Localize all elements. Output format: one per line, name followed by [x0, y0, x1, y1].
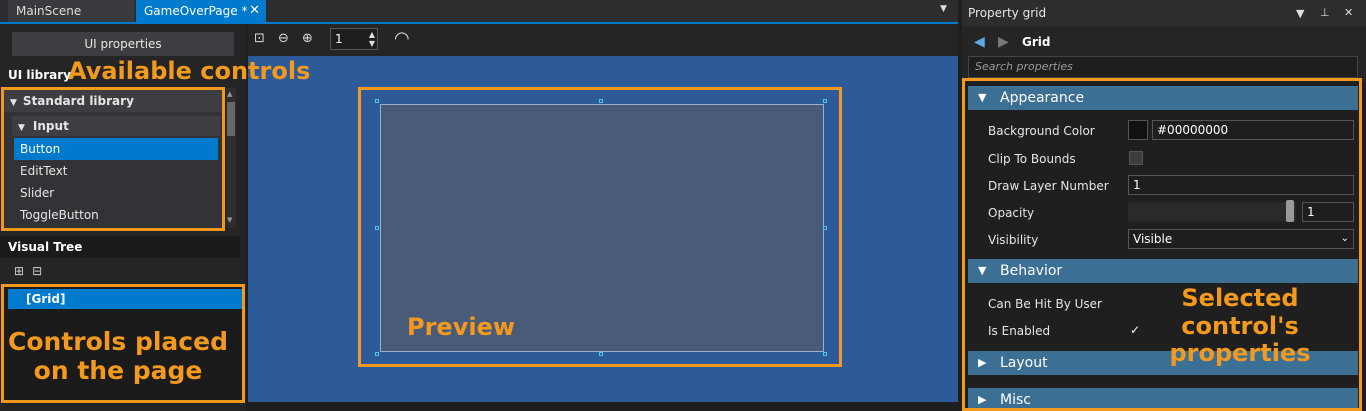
library-scrollbar[interactable]: ▲ ▼	[226, 88, 236, 228]
collapse-tree-icon[interactable]: ⊟	[32, 264, 42, 278]
close-panel-icon[interactable]: ✕	[1344, 6, 1353, 19]
tab-main-scene-label: MainScene	[16, 4, 82, 18]
tab-game-over-page-label: GameOverPage *	[144, 4, 248, 18]
zoom-value: 1	[335, 32, 343, 46]
annotation-selected-properties-line2: properties	[1169, 339, 1311, 368]
close-icon[interactable]: ✕	[249, 0, 260, 22]
annotation-available-controls: Available controls	[68, 57, 311, 85]
zoom-in-icon[interactable]: ⊕	[302, 31, 313, 46]
annotation-box-available-controls	[1, 87, 225, 231]
scroll-up-icon[interactable]: ▲	[227, 90, 232, 98]
horizontal-scrollbar[interactable]	[248, 402, 958, 411]
panel-dropdown-icon[interactable]: ▼	[1296, 7, 1304, 20]
pin-icon[interactable]: ⊥	[1320, 6, 1330, 19]
zoom-input[interactable]: 1 ▲ ▼	[330, 28, 378, 50]
ui-properties-button[interactable]: UI properties	[12, 32, 234, 56]
annotation-controls-placed-line1: Controls placed	[8, 327, 228, 356]
tab-game-over-page[interactable]: GameOverPage * ✕	[136, 0, 266, 22]
annotation-selected-properties-line1: Selected control's	[1181, 284, 1299, 340]
scroll-down-icon[interactable]: ▼	[227, 216, 232, 224]
designer-toolbar: ⊡ ⊖ ⊕ 1 ▲ ▼ ◠	[248, 24, 958, 54]
annotation-preview: Preview	[407, 313, 516, 341]
property-grid-title-label: Property grid	[968, 6, 1047, 20]
visual-tree-title: Visual Tree	[0, 236, 240, 258]
selected-element-name: Grid	[1022, 35, 1051, 49]
expand-tree-icon[interactable]: ⊞	[14, 264, 24, 278]
property-grid-title: Property grid	[962, 0, 1366, 26]
document-tab-bar: MainScene GameOverPage * ✕ ▼	[0, 0, 958, 24]
zoom-fit-icon[interactable]: ⊡	[254, 31, 265, 46]
eye-icon[interactable]: ◠	[394, 28, 410, 49]
annotation-controls-placed-line2: on the page	[33, 355, 203, 385]
forward-arrow-icon[interactable]: ▶	[998, 34, 1009, 50]
annotation-controls-placed: Controls placed on the page	[8, 327, 228, 386]
ui-library-title: UI library	[8, 68, 71, 82]
search-properties-input[interactable]: Search properties	[968, 56, 1358, 78]
annotation-selected-properties: Selected control's properties	[1120, 284, 1360, 368]
tab-list-dropdown-icon[interactable]: ▼	[940, 4, 947, 14]
zoom-out-icon[interactable]: ⊖	[278, 31, 289, 46]
visual-tree-toolbar: ⊞ ⊟	[14, 264, 50, 278]
tab-main-scene[interactable]: MainScene	[8, 0, 134, 22]
back-arrow-icon[interactable]: ◀	[974, 34, 985, 50]
scroll-thumb[interactable]	[227, 102, 235, 136]
zoom-stepper-icon[interactable]: ▲ ▼	[369, 30, 375, 48]
